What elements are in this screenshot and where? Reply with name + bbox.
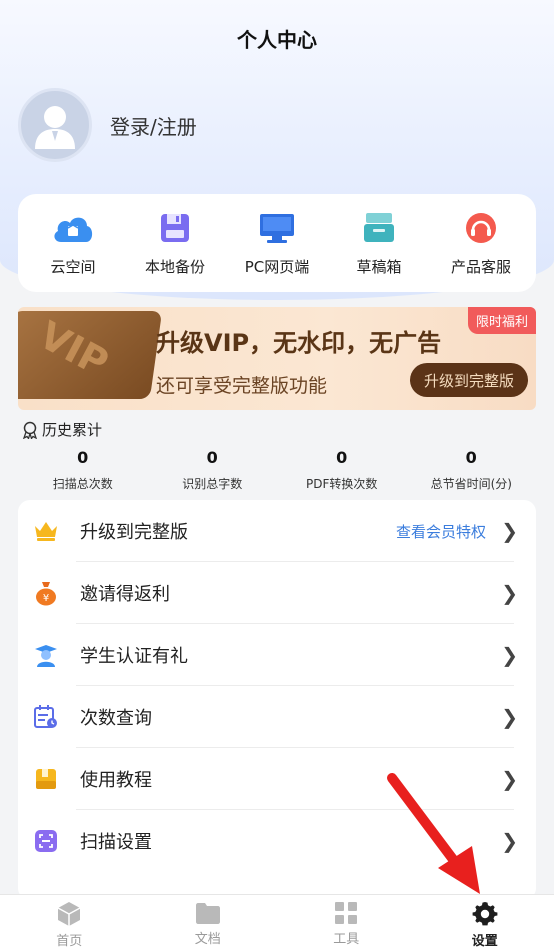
grid-tools-icon <box>335 902 358 924</box>
menu-item-label: 升级到完整版 <box>80 522 188 543</box>
vip-upgrade-banner[interactable]: VIP 升级VIP，无水印，无广告 还可享受完整版功能 限时福利 升级到完整版 <box>18 307 536 410</box>
menu-item-student-verification[interactable]: 学生认证有礼 ❯ <box>18 624 536 686</box>
menu-item-label: 次数查询 <box>80 708 152 729</box>
crown-icon <box>32 517 60 545</box>
user-login-row[interactable]: 登录/注册 <box>18 88 197 162</box>
tab-home[interactable]: 首页 <box>0 895 139 951</box>
tab-label: 设置 <box>471 934 498 949</box>
stat-pdf-conversions: 0 PDF转换次数 <box>277 448 407 492</box>
svg-text:¥: ¥ <box>43 593 49 604</box>
bottom-tab-bar: 首页 文档 工具 设置 <box>0 894 554 951</box>
menu-item-label: 学生认证有礼 <box>80 646 188 667</box>
stat-label: 扫描总次数 <box>52 477 113 491</box>
chevron-right-icon: ❯ <box>501 519 518 543</box>
chevron-right-icon: ❯ <box>501 643 518 667</box>
login-register-link[interactable]: 登录/注册 <box>110 111 197 140</box>
stat-value: 0 <box>465 448 477 467</box>
view-member-privileges-link[interactable]: 查看会员特权 <box>396 521 486 542</box>
history-stats: 0 扫描总次数 0 识别总字数 0 PDF转换次数 0 总节省时间(分) <box>18 448 536 492</box>
stat-label: 识别总字数 <box>182 477 243 491</box>
quick-actions-card: 云空间 本地备份 PC网页端 草稿箱 产品客服 <box>18 194 536 292</box>
menu-item-upgrade[interactable]: 升级到完整版 查看会员特权 ❯ <box>18 500 536 562</box>
drafts-box-icon <box>357 210 401 246</box>
calendar-query-icon <box>32 703 60 731</box>
stat-recognized-chars: 0 识别总字数 <box>148 448 278 492</box>
folder-icon <box>195 903 220 924</box>
chevron-right-icon: ❯ <box>501 767 518 791</box>
vip-banner-title: 升级VIP，无水印，无广告 <box>156 329 442 357</box>
monitor-icon <box>255 210 299 246</box>
headset-icon <box>459 210 503 246</box>
stat-label: PDF转换次数 <box>306 477 378 491</box>
stat-label: 总节省时间(分) <box>430 477 512 491</box>
medal-icon <box>22 421 38 439</box>
quick-action-label: PC网页端 <box>244 257 310 276</box>
page-title: 个人中心 <box>237 28 317 52</box>
chevron-right-icon: ❯ <box>501 705 518 729</box>
menu-item-label: 邀请得返利 <box>80 584 170 605</box>
stat-value: 0 <box>336 448 348 467</box>
menu-item-label: 使用教程 <box>80 770 152 791</box>
stat-value: 0 <box>77 448 89 467</box>
quick-action-local-backup[interactable]: 本地备份 <box>125 210 225 277</box>
chevron-right-icon: ❯ <box>501 829 518 853</box>
red-arrow-annotation <box>387 773 480 894</box>
limited-offer-badge: 限时福利 <box>467 307 536 334</box>
avatar[interactable] <box>18 88 92 162</box>
tab-tools[interactable]: 工具 <box>277 895 416 951</box>
student-icon <box>32 641 60 669</box>
vip-banner-subtitle: 还可享受完整版功能 <box>156 375 328 397</box>
quick-action-pc-web[interactable]: PC网页端 <box>227 210 327 277</box>
stat-time-saved: 0 总节省时间(分) <box>407 448 537 492</box>
quick-action-customer-service[interactable]: 产品客服 <box>431 210 531 277</box>
quick-action-drafts[interactable]: 草稿箱 <box>329 210 429 277</box>
cloud-icon <box>51 210 95 246</box>
upgrade-full-version-button[interactable]: 升级到完整版 <box>410 363 528 397</box>
menu-item-label: 扫描设置 <box>80 832 152 853</box>
history-title: 历史累计 <box>42 421 103 439</box>
quick-action-label: 草稿箱 <box>356 257 402 276</box>
history-section-header: 历史累计 <box>22 419 102 440</box>
save-disk-icon <box>153 210 197 246</box>
gear-icon <box>472 902 498 926</box>
menu-item-invite-rebate[interactable]: ¥ 邀请得返利 ❯ <box>18 562 536 624</box>
stat-scan-count: 0 扫描总次数 <box>18 448 148 492</box>
quick-action-label: 云空间 <box>50 257 96 276</box>
tab-label: 工具 <box>333 932 360 947</box>
home-cube-icon <box>57 902 81 926</box>
menu-item-usage-query[interactable]: 次数查询 ❯ <box>18 686 536 748</box>
tab-label: 首页 <box>56 934 83 949</box>
money-bag-icon: ¥ <box>32 579 60 607</box>
quick-action-label: 产品客服 <box>450 257 511 276</box>
chevron-right-icon: ❯ <box>501 581 518 605</box>
tutorial-book-icon <box>32 765 60 793</box>
quick-action-cloud[interactable]: 云空间 <box>23 210 123 277</box>
scan-settings-icon <box>32 827 60 855</box>
quick-action-label: 本地备份 <box>144 257 205 276</box>
tab-documents[interactable]: 文档 <box>139 895 278 951</box>
tab-settings[interactable]: 设置 <box>416 895 554 951</box>
tab-label: 文档 <box>194 932 221 947</box>
user-silhouette-icon <box>35 106 75 149</box>
stat-value: 0 <box>206 448 218 467</box>
